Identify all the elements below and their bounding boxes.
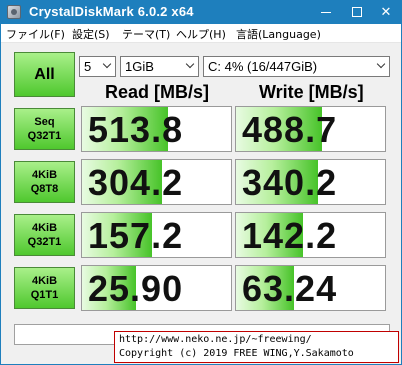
test-label-line2: Q32T1: [27, 236, 62, 248]
test-4kib-q8t8-button[interactable]: 4KiB Q8T8: [14, 161, 75, 203]
test-seq-q32t1-button[interactable]: Seq Q32T1: [14, 108, 75, 150]
test-size-select[interactable]: 1GiB: [120, 56, 199, 77]
write-result: 340.2: [235, 159, 386, 205]
write-result: 63.24: [235, 265, 386, 311]
read-result: 513.8: [81, 106, 232, 152]
write-value: 488.7: [242, 109, 338, 150]
write-value: 63.24: [242, 268, 338, 309]
run-all-button[interactable]: All: [14, 52, 75, 97]
test-count-value: 5: [84, 59, 92, 74]
window-title: CrystalDiskMark 6.0.2 x64: [29, 4, 194, 19]
test-label-line2: Q8T8: [30, 183, 59, 195]
minimize-icon: [321, 12, 331, 13]
write-value: 142.2: [242, 215, 338, 256]
read-value: 25.90: [88, 268, 184, 309]
url-text: http://www.neko.ne.jp/~freewing/: [119, 334, 312, 345]
maximize-icon: [352, 7, 362, 17]
test-count-select[interactable]: 5: [79, 56, 116, 77]
read-value: 304.2: [88, 162, 184, 203]
read-column-header: Read [MB/s]: [105, 82, 210, 102]
test-label-line2: Q1T1: [30, 289, 59, 301]
chevron-down-icon: [102, 61, 112, 71]
menu-help[interactable]: ヘルプ(H): [176, 26, 226, 42]
read-result: 157.2: [81, 212, 232, 258]
write-value: 340.2: [242, 162, 338, 203]
drive-select[interactable]: C: 4% (16/447GiB): [203, 56, 390, 77]
chevron-down-icon: [376, 61, 386, 71]
menu-settings[interactable]: 設定(S): [72, 26, 110, 42]
test-4kib-q1t1-button[interactable]: 4KiB Q1T1: [14, 267, 75, 309]
app-window: CrystalDiskMark 6.0.2 x64 ✕ ファイル(F) 設定(S…: [0, 0, 402, 365]
disk-icon: [7, 5, 21, 19]
test-label-line1: Seq: [34, 116, 55, 128]
menu-bar: ファイル(F) 設定(S) テーマ(T) ヘルプ(H) 言語(Language): [1, 24, 401, 43]
read-value: 157.2: [88, 215, 184, 256]
close-icon: ✕: [380, 5, 392, 20]
menu-language[interactable]: 言語(Language): [236, 26, 321, 42]
chevron-down-icon: [185, 61, 195, 71]
read-value: 513.8: [88, 109, 184, 150]
test-4kib-q32t1-button[interactable]: 4KiB Q32T1: [14, 214, 75, 256]
minimize-button[interactable]: [311, 1, 342, 24]
client-area: ファイル(F) 設定(S) テーマ(T) ヘルプ(H) 言語(Language)…: [1, 24, 401, 364]
menu-theme[interactable]: テーマ(T): [122, 26, 170, 42]
title-bar[interactable]: CrystalDiskMark 6.0.2 x64 ✕: [1, 1, 401, 24]
close-button[interactable]: ✕: [371, 1, 401, 24]
test-size-value: 1GiB: [125, 59, 154, 74]
read-result: 304.2: [81, 159, 232, 205]
test-label-line1: 4KiB: [31, 275, 58, 287]
read-result: 25.90: [81, 265, 232, 311]
copyright-notice: http://www.neko.ne.jp/~freewing/ Copyrig…: [114, 331, 399, 363]
test-label-line1: 4KiB: [31, 222, 58, 234]
menu-file[interactable]: ファイル(F): [6, 26, 65, 42]
write-result: 142.2: [235, 212, 386, 258]
copyright-text: Copyright (c) 2019 FREE WING,Y.Sakamoto: [119, 348, 354, 359]
write-column-header: Write [MB/s]: [259, 82, 364, 102]
drive-value: C: 4% (16/447GiB): [208, 59, 318, 74]
write-result: 488.7: [235, 106, 386, 152]
maximize-button[interactable]: [342, 1, 373, 24]
test-label-line2: Q32T1: [27, 130, 62, 142]
test-label-line1: 4KiB: [31, 169, 58, 181]
